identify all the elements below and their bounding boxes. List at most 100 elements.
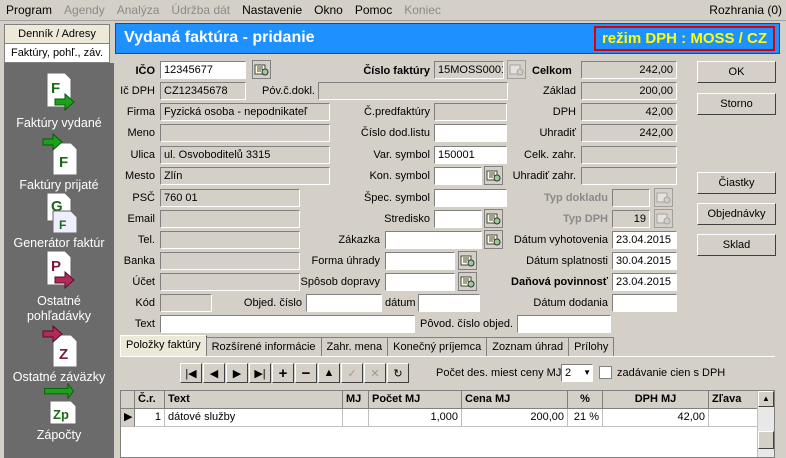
post-record-button[interactable]: ✓ bbox=[341, 363, 363, 383]
c-predfaktury-field[interactable] bbox=[434, 103, 507, 121]
last-record-button[interactable]: ▶| bbox=[249, 363, 271, 383]
next-record-button[interactable]: ▶ bbox=[226, 363, 248, 383]
datum-splatnosti-input[interactable]: 30.04.2015 bbox=[612, 252, 677, 270]
cislo-dod-listu-input[interactable] bbox=[434, 124, 507, 142]
povod-cislo-obj-input[interactable] bbox=[517, 315, 611, 333]
grid-header-dph-mj[interactable]: DPH MJ bbox=[603, 391, 709, 409]
mesto-field[interactable]: Zlín bbox=[160, 167, 330, 185]
sposob-dopravy-input[interactable] bbox=[385, 273, 455, 291]
stredisko-lookup-button[interactable] bbox=[484, 209, 503, 228]
vat-prices-checkbox[interactable] bbox=[599, 366, 612, 379]
zakazka-input[interactable] bbox=[385, 231, 482, 249]
datum-dodania-input[interactable] bbox=[612, 294, 677, 312]
cell-text[interactable]: dátové služby bbox=[165, 409, 343, 427]
grid-header-percent[interactable]: % bbox=[568, 391, 603, 409]
typ-dokladu-field[interactable] bbox=[612, 189, 650, 207]
grid-header-mj[interactable]: MJ bbox=[343, 391, 369, 409]
tab-rozsirene-informacie[interactable]: Rozšírené informácie bbox=[205, 337, 322, 357]
tab-konecny-prijemca[interactable]: Konečný príjemca bbox=[387, 337, 488, 357]
tab-zahr-mena[interactable]: Zahr. mena bbox=[320, 337, 389, 357]
sidebar-tab-dennik[interactable]: Denník / Adresy bbox=[4, 24, 110, 44]
obj-datum-input[interactable] bbox=[418, 294, 480, 312]
stredisko-input[interactable] bbox=[434, 210, 482, 228]
add-record-button[interactable]: + bbox=[272, 363, 294, 383]
menu-okno[interactable]: Okno bbox=[308, 0, 349, 21]
refresh-button[interactable]: ↻ bbox=[387, 363, 409, 383]
ok-button[interactable]: OK bbox=[697, 61, 776, 83]
sidebar-item-zapocty[interactable]: Zp Zápočty bbox=[4, 383, 114, 443]
ucet-field[interactable] bbox=[160, 273, 300, 291]
cell-dph-mj[interactable]: 42,00 bbox=[603, 409, 709, 427]
menu-agendy[interactable]: Agendy bbox=[58, 0, 111, 21]
menu-udrzba-dat[interactable]: Údržba dát bbox=[165, 0, 236, 21]
grid-header-zlava[interactable]: Zľava bbox=[709, 391, 759, 409]
prev-record-button[interactable]: ◀ bbox=[203, 363, 225, 383]
decimals-select[interactable]: 2 ▼ bbox=[561, 364, 593, 382]
typ-dph-field[interactable]: 19 bbox=[612, 210, 650, 228]
banka-field[interactable] bbox=[160, 252, 300, 270]
cislo-faktury-field[interactable]: 15MOSS0001 bbox=[434, 61, 504, 79]
spec-symbol-input[interactable] bbox=[434, 189, 507, 207]
sidebar-item-faktury-prijate[interactable]: F Faktúry prijaté bbox=[4, 133, 114, 193]
grid-header-cr[interactable]: Č.r. bbox=[135, 391, 165, 409]
sposob-dopravy-lookup-button[interactable] bbox=[458, 272, 477, 291]
forma-uhrady-input[interactable] bbox=[385, 252, 455, 270]
grid-header-cena-mj[interactable]: Cena MJ bbox=[462, 391, 568, 409]
menu-program[interactable]: Program bbox=[0, 0, 58, 21]
cell-pocet-mj[interactable]: 1,000 bbox=[369, 409, 462, 427]
items-grid[interactable]: Č.r. Text MJ Počet MJ Cena MJ % DPH MJ Z… bbox=[120, 390, 775, 458]
text-input[interactable] bbox=[160, 315, 415, 333]
obj-cislo-input[interactable] bbox=[306, 294, 382, 312]
storno-button[interactable]: Storno bbox=[697, 93, 776, 115]
forma-uhrady-lookup-button[interactable] bbox=[458, 251, 477, 270]
cell-cr[interactable]: 1 bbox=[135, 409, 165, 427]
meno-field[interactable] bbox=[160, 124, 330, 142]
scroll-up-button[interactable]: ▲ bbox=[758, 391, 774, 407]
tab-zoznam-uhrad[interactable]: Zoznam úhrad bbox=[486, 337, 570, 357]
grid-header-text[interactable]: Text bbox=[165, 391, 343, 409]
tab-polozky-faktury[interactable]: Položky faktúry bbox=[120, 335, 207, 357]
danova-povinnost-input[interactable]: 23.04.2015 bbox=[612, 273, 677, 291]
icdph-field[interactable]: CZ12345678 bbox=[160, 82, 246, 100]
pov-doklad-field[interactable] bbox=[318, 82, 508, 100]
objednavky-button[interactable]: Objednávky bbox=[697, 203, 776, 225]
sidebar-item-faktury-vydane[interactable]: F Faktúry vydané bbox=[4, 71, 114, 131]
menu-rozhrania[interactable]: Rozhrania (0) bbox=[709, 0, 782, 21]
firma-field[interactable]: Fyzická osoba - nepodnikateľ bbox=[160, 103, 330, 121]
tab-prilohy[interactable]: Prílohy bbox=[568, 337, 615, 357]
sklad-button[interactable]: Sklad bbox=[697, 234, 776, 256]
var-symbol-input[interactable]: 150001 bbox=[434, 146, 507, 164]
cislo-faktury-lookup-button[interactable] bbox=[507, 60, 526, 79]
typ-dph-lookup-button[interactable] bbox=[654, 209, 673, 228]
tel-field[interactable] bbox=[160, 231, 300, 249]
edit-record-button[interactable]: ▲ bbox=[318, 363, 340, 383]
ciastky-button[interactable]: Čiastky bbox=[697, 172, 776, 194]
typ-dokladu-lookup-button[interactable] bbox=[654, 188, 673, 207]
cell-cena-mj[interactable]: 200,00 bbox=[462, 409, 568, 427]
sidebar-tab-faktury[interactable]: Faktúry, pohľ., záv. bbox=[4, 43, 110, 63]
ulica-field[interactable]: ul. Osvoboditelů 3315 bbox=[160, 146, 330, 164]
email-field[interactable] bbox=[160, 210, 300, 228]
sidebar-item-ostatne-pohladavky[interactable]: P Ostatné pohľadávky bbox=[4, 249, 114, 324]
grid-scrollbar[interactable]: ▲ bbox=[757, 391, 774, 457]
ico-input[interactable]: 12345677 bbox=[160, 61, 246, 79]
ico-lookup-button[interactable] bbox=[252, 60, 271, 79]
cell-mj[interactable] bbox=[343, 409, 369, 427]
menu-pomoc[interactable]: Pomoc bbox=[349, 0, 398, 21]
kod-field[interactable] bbox=[160, 294, 212, 312]
cell-percent[interactable]: 21 % bbox=[568, 409, 603, 427]
psc-field[interactable]: 760 01 bbox=[160, 189, 300, 207]
delete-record-button[interactable]: − bbox=[295, 363, 317, 383]
cancel-record-button[interactable]: ✕ bbox=[364, 363, 386, 383]
sidebar-item-generator-faktur[interactable]: G F Generátor faktúr bbox=[4, 191, 114, 251]
first-record-button[interactable]: |◀ bbox=[180, 363, 202, 383]
menu-analyza[interactable]: Analýza bbox=[111, 0, 166, 21]
scroll-thumb[interactable] bbox=[758, 431, 774, 449]
sidebar-item-ostatne-zavazky[interactable]: Z Ostatné záväzky bbox=[4, 325, 114, 385]
menu-koniec[interactable]: Koniec bbox=[398, 0, 447, 21]
kon-symbol-input[interactable] bbox=[434, 167, 482, 185]
menu-nastavenie[interactable]: Nastavenie bbox=[236, 0, 308, 21]
datum-vyhotovenia-input[interactable]: 23.04.2015 bbox=[612, 231, 677, 249]
grid-header-pocet-mj[interactable]: Počet MJ bbox=[369, 391, 462, 409]
cell-zlava[interactable] bbox=[709, 409, 759, 427]
